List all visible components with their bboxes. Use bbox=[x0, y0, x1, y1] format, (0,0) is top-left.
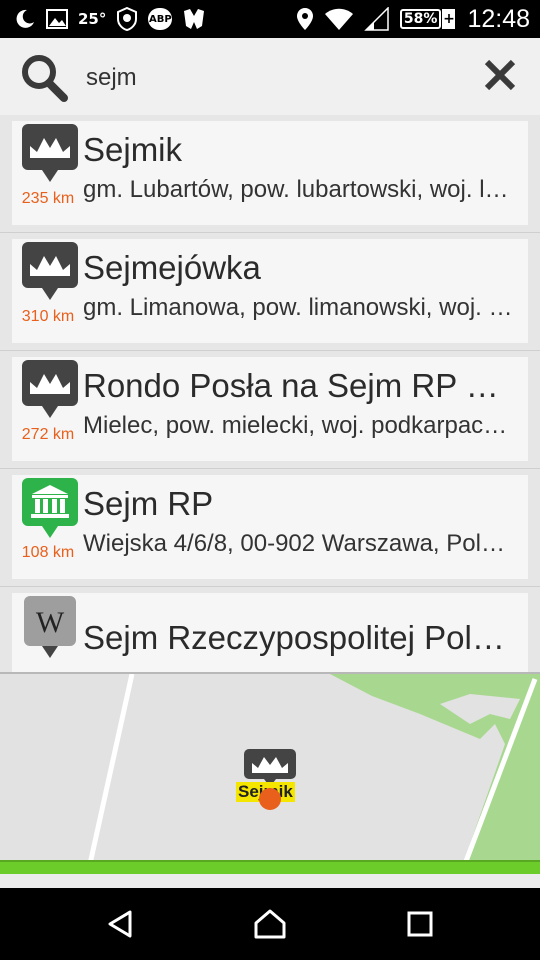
search-input[interactable] bbox=[86, 60, 446, 96]
close-icon bbox=[484, 59, 516, 91]
wikipedia-pin-icon: W bbox=[24, 596, 80, 660]
list-item[interactable]: W Sejm Rzeczypospolitej Polskiej bbox=[0, 587, 540, 672]
clear-search-button[interactable] bbox=[478, 53, 522, 97]
result-subtitle: Mielec, pow. mielecki, woj. podkarpackie bbox=[83, 412, 513, 439]
result-subtitle: gm. Limanowa, pow. limanowski, woj. mało… bbox=[83, 294, 513, 321]
battery-percent: 58% bbox=[399, 9, 442, 29]
adblock-icon: ABP bbox=[148, 8, 173, 30]
result-title: Sejm RP bbox=[83, 485, 214, 522]
search-icon[interactable] bbox=[20, 54, 70, 102]
list-item[interactable]: 235 km Sejmik gm. Lubartów, pow. lubarto… bbox=[0, 115, 540, 233]
search-bar bbox=[0, 38, 540, 115]
distance: 108 km bbox=[21, 544, 75, 561]
list-item[interactable]: 272 km Rondo Posła na Sejm RP Wiesława C… bbox=[0, 351, 540, 469]
result-subtitle: Wiejska 4/6/8, 00-902 Warszawa, Polska bbox=[83, 530, 513, 557]
svg-text:W: W bbox=[36, 606, 65, 639]
navigation-bar bbox=[0, 888, 540, 960]
crown-pin-icon bbox=[22, 124, 78, 188]
moon-notification-icon bbox=[14, 7, 36, 31]
square-icon bbox=[407, 911, 433, 937]
malwarebytes-icon bbox=[182, 7, 206, 31]
result-title: Sejmejówka bbox=[83, 249, 261, 286]
distance: 235 km bbox=[21, 190, 75, 207]
distance: 310 km bbox=[21, 308, 75, 325]
image-notification-icon bbox=[46, 7, 68, 31]
vpn-shield-icon bbox=[116, 7, 138, 31]
signal-icon bbox=[364, 7, 390, 31]
weather-temperature: 25° bbox=[78, 10, 107, 28]
map-location-dot bbox=[259, 788, 281, 810]
location-icon bbox=[296, 7, 314, 31]
recent-apps-button[interactable] bbox=[398, 902, 442, 946]
result-subtitle: gm. Lubartów, pow. lubartowski, woj. lub… bbox=[83, 176, 513, 203]
crown-pin-icon bbox=[22, 360, 78, 424]
home-button[interactable] bbox=[248, 902, 292, 946]
result-title: Rondo Posła na Sejm RP Wiesława Ciesiels… bbox=[83, 367, 513, 404]
result-title: Sejm Rzeczypospolitej Polskiej bbox=[83, 619, 513, 656]
battery-charging-icon: + bbox=[442, 9, 456, 29]
back-triangle-icon bbox=[108, 910, 132, 938]
search-results-list: 235 km Sejmik gm. Lubartów, pow. lubarto… bbox=[0, 115, 540, 672]
list-item[interactable]: 108 km Sejm RP Wiejska 4/6/8, 00-902 War… bbox=[0, 469, 540, 587]
distance: 272 km bbox=[21, 426, 75, 443]
list-item[interactable]: 310 km Sejmejówka gm. Limanowa, pow. lim… bbox=[0, 233, 540, 351]
battery-indicator: 58% + bbox=[399, 9, 456, 29]
result-title: Sejmik bbox=[83, 131, 183, 168]
home-icon bbox=[254, 909, 286, 939]
government-building-pin-icon bbox=[22, 478, 78, 542]
wifi-icon bbox=[324, 7, 354, 31]
back-button[interactable] bbox=[98, 902, 142, 946]
status-bar: 25° ABP 58% + 12:48 bbox=[0, 0, 540, 38]
map-view[interactable]: Sejmik bbox=[0, 672, 540, 888]
crown-pin-icon bbox=[22, 242, 78, 306]
clock: 12:48 bbox=[467, 4, 530, 33]
